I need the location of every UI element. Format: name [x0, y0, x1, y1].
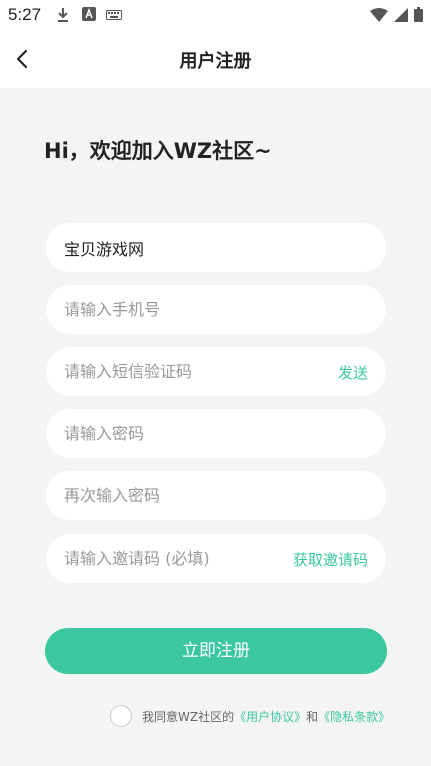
phone-input[interactable] — [64, 285, 324, 334]
agreement-and: 和 — [306, 709, 319, 724]
nav-bar: 用户注册 — [0, 30, 431, 88]
agreement-prefix: 我同意WZ社区的 — [142, 709, 235, 724]
page-title: 用户注册 — [179, 51, 252, 72]
invite-code-input[interactable] — [64, 534, 324, 583]
register-button[interactable]: 立即注册 — [45, 628, 387, 674]
privacy-link[interactable]: 《隐私条款》 — [318, 708, 390, 725]
get-invite-code-button[interactable]: 获取邀请码 — [293, 549, 368, 570]
send-code-button[interactable]: 发送 — [338, 362, 368, 383]
confirm-password-field — [46, 471, 386, 520]
wifi-icon — [370, 7, 388, 22]
status-time: 5:27 — [8, 5, 42, 24]
signal-icon — [394, 7, 408, 22]
sms-code-input[interactable] — [64, 347, 324, 396]
password-field — [46, 409, 386, 458]
battery-icon — [414, 7, 423, 22]
agree-checkbox[interactable] — [110, 705, 132, 727]
status-bar: 5:27 — [0, 0, 431, 30]
user-agreement-link[interactable]: 《用户协议》 — [234, 708, 306, 725]
phone-field — [46, 285, 386, 334]
a-icon — [82, 7, 96, 21]
keyboard-icon — [106, 10, 122, 20]
invite-code-field: 获取邀请码 — [46, 534, 386, 583]
download-icon — [58, 8, 68, 22]
welcome-headline: Hi，欢迎加入WZ社区~ — [44, 139, 272, 163]
username-input[interactable] — [64, 223, 324, 272]
sms-code-field: 发送 — [46, 347, 386, 396]
password-input[interactable] — [64, 409, 324, 458]
confirm-password-input[interactable] — [64, 471, 324, 520]
username-field — [46, 223, 386, 272]
agreement-row: 我同意WZ社区的 《用户协议》 和 《隐私条款》 — [110, 705, 390, 727]
